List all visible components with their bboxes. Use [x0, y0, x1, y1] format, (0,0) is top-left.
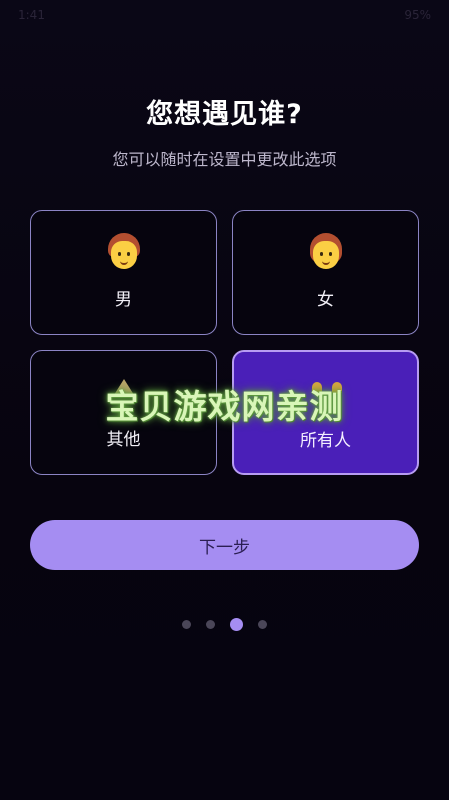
pagination-dot [258, 620, 268, 629]
other-icon [31, 373, 216, 395]
next-step-button[interactable]: 下一步 [30, 520, 419, 570]
pagination-dot [205, 620, 215, 629]
option-everyone[interactable]: 所有人 [232, 350, 419, 475]
status-battery: 95% [404, 8, 431, 22]
page-title: 您想遇见谁? [146, 99, 303, 130]
option-other-label: 其他 [106, 430, 141, 450]
people-icon [234, 374, 417, 398]
status-bar: 1:41 95% [0, 0, 449, 30]
page-subtitle: 您可以随时在设置中更改此选项 [112, 150, 337, 169]
man-face-icon [31, 233, 216, 271]
pagination-dots [0, 614, 449, 631]
status-time: 1:41 [18, 8, 45, 22]
option-male-label: 男 [115, 290, 132, 310]
woman-face-icon [233, 233, 418, 271]
pagination-dot-active [230, 618, 244, 631]
option-male[interactable]: 男 [30, 210, 217, 335]
option-other[interactable]: 其他 [30, 350, 217, 475]
pagination-dot [181, 620, 191, 629]
option-female-label: 女 [317, 290, 334, 310]
option-everyone-label: 所有人 [300, 431, 351, 451]
option-female[interactable]: 女 [232, 210, 419, 335]
